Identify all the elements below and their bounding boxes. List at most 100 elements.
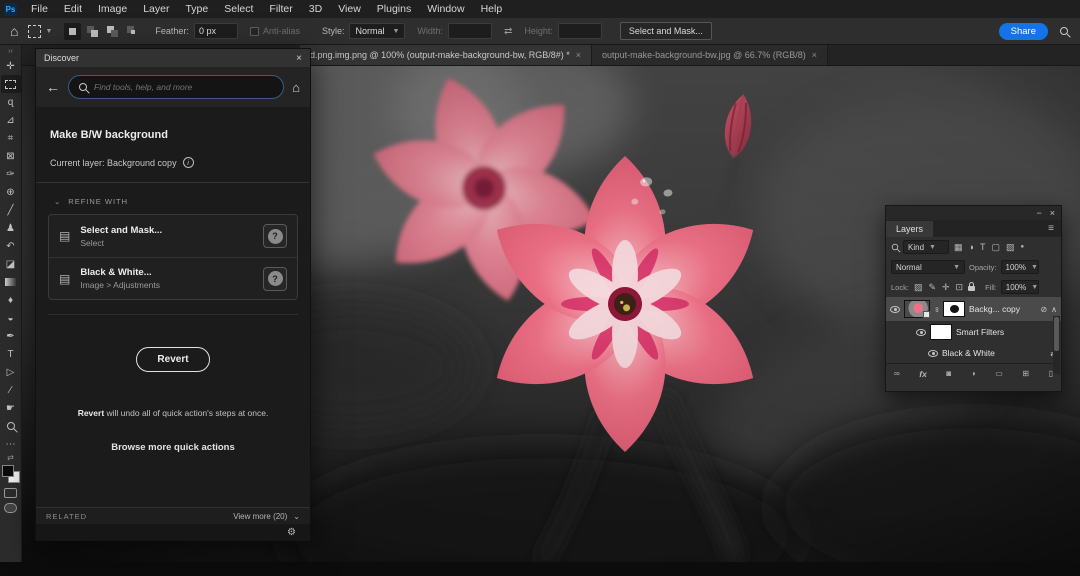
visibility-eye-icon[interactable] [890,306,900,313]
collapse-icon[interactable]: − [1036,208,1041,218]
link-layers-icon[interactable]: ∞ [894,369,900,378]
filter-shape-icon[interactable]: ▢ [990,242,1001,253]
browse-more-link[interactable]: Browse more quick actions [36,442,310,453]
lock-move-icon[interactable]: ✛ [941,282,951,293]
collapse-caret-icon[interactable]: ∧ [1051,305,1057,314]
style-select[interactable]: Normal ▼ [349,23,405,39]
menu-file[interactable]: File [23,0,56,18]
color-swatches[interactable] [2,465,20,483]
add-mask-icon[interactable]: ◙ [946,369,951,378]
adjustment-layer-icon[interactable]: ◑ [971,369,976,378]
search-icon[interactable] [1060,27,1068,35]
eraser-tool[interactable]: ◪ [1,255,21,273]
blur-tool[interactable]: ♦ [1,291,21,309]
lock-transparency-icon[interactable]: ▨ [913,282,924,293]
toolbar-collapse-icon[interactable]: ›› [8,47,13,57]
step-select-and-mask[interactable]: ▤ Select and Mask... Select ? [49,215,297,257]
refine-with-section[interactable]: ⌄ REFINE WITH [36,183,310,214]
menu-layer[interactable]: Layer [135,0,177,18]
swap-dimensions-icon[interactable]: ⇄ [504,26,512,37]
menu-type[interactable]: Type [177,0,216,18]
lock-all-icon[interactable] [968,286,975,291]
share-button[interactable]: Share [999,23,1048,40]
clone-stamp-tool[interactable]: ♟ [1,219,21,237]
menu-edit[interactable]: Edit [56,0,90,18]
layer-style-fx-icon[interactable]: fx [919,369,927,379]
intersect-selection-button[interactable] [124,23,141,40]
filter-pixel-icon[interactable]: ▦ [953,242,964,253]
height-input[interactable] [558,23,602,39]
menu-plugins[interactable]: Plugins [369,0,419,18]
layer-mask-thumbnail[interactable] [943,301,965,317]
default-colors-icon[interactable]: ⇄ [7,453,14,462]
filter-type-icon[interactable]: T [979,242,987,252]
dodge-tool[interactable]: ◒ [1,309,21,327]
menu-3d[interactable]: 3D [301,0,330,18]
layers-scrollbar[interactable] [1053,316,1060,374]
opacity-select[interactable]: 100% ▼ [1001,260,1039,274]
document-tab-active[interactable]: d.png.img.png @ 100% (output-make-backgr… [300,44,592,65]
panel-menu-icon[interactable]: ≡ [1041,223,1061,237]
menu-window[interactable]: Window [419,0,472,18]
toolbar-more-options[interactable]: ⋯ [1,435,21,453]
screen-mode-button[interactable] [4,503,17,513]
home-icon[interactable]: ⌂ [10,23,18,39]
discover-search-input[interactable] [94,82,273,92]
smart-filter-mask-thumbnail[interactable] [930,324,952,340]
select-and-mask-button[interactable]: Select and Mask... [620,22,712,40]
new-selection-button[interactable] [64,23,81,40]
step-help-button[interactable]: ? [263,267,287,291]
pen-tool[interactable]: ✒ [1,327,21,345]
gradient-tool[interactable] [1,273,21,291]
path-selection-tool[interactable]: ▷ [1,363,21,381]
close-icon[interactable]: × [296,53,302,64]
document-tab-inactive[interactable]: output-make-background-bw.jpg @ 66.7% (R… [592,44,828,65]
filter-smart-object-icon[interactable]: ▨ [1005,242,1016,253]
brush-tool[interactable]: ╱ [1,201,21,219]
gear-icon[interactable]: ⚙ [287,527,296,538]
lasso-tool[interactable]: ɋ [1,93,21,111]
home-icon[interactable]: ⌂ [292,80,300,95]
layer-row-background-copy[interactable]: ∞ Backg... copy ⊘ ∧ [886,297,1061,321]
frame-tool[interactable]: ⊠ [1,147,21,165]
menu-image[interactable]: Image [90,0,135,18]
layer-row-smart-filters[interactable]: Smart Filters [886,321,1061,343]
step-black-and-white[interactable]: ▤ Black & White... Image > Adjustments ? [49,257,297,299]
view-more-link[interactable]: View more (20) ⌄ [233,512,300,521]
type-tool[interactable]: T [1,345,21,363]
add-selection-button[interactable] [84,23,101,40]
close-icon[interactable]: × [1050,208,1055,218]
feather-input[interactable] [194,23,238,39]
menu-filter[interactable]: Filter [261,0,300,18]
step-help-button[interactable]: ? [263,224,287,248]
close-icon[interactable]: × [576,50,581,60]
tool-preset-picker[interactable]: ▼ [28,25,52,38]
spot-healing-brush-tool[interactable]: ⊕ [1,183,21,201]
anti-alias-checkbox[interactable] [250,27,259,36]
filter-adjustment-icon[interactable]: ◑ [968,242,975,252]
crop-tool[interactable]: ⌗ [1,129,21,147]
object-selection-tool[interactable]: ⊿ [1,111,21,129]
filter-kind-select[interactable]: Kind ▼ [903,240,949,254]
move-tool[interactable]: ✛ [1,57,21,75]
filter-toggle-icon[interactable]: ● [1019,244,1025,250]
back-arrow-icon[interactable]: ← [46,79,60,95]
new-group-icon[interactable]: ▭ [995,369,1003,378]
zoom-tool[interactable] [1,417,21,435]
discover-search-box[interactable] [68,75,284,99]
foreground-color-swatch[interactable] [2,465,14,477]
new-layer-icon[interactable]: ⊞ [1022,369,1029,378]
lock-artboard-icon[interactable]: ⊡ [955,282,965,293]
layer-name[interactable]: Backg... copy [969,304,1020,314]
scrollbar-thumb[interactable] [1054,317,1059,351]
info-icon[interactable]: i [183,157,194,168]
quick-mask-button[interactable] [4,488,17,498]
hand-tool[interactable]: ☛ [1,399,21,417]
discover-header[interactable]: Discover × [36,49,310,67]
line-tool[interactable]: ∕ [1,381,21,399]
visibility-eye-icon[interactable] [928,350,938,357]
lock-paint-icon[interactable]: ✎ [927,282,937,293]
subtract-selection-button[interactable] [104,23,121,40]
layer-thumbnail[interactable] [904,300,930,318]
menu-view[interactable]: View [330,0,369,18]
